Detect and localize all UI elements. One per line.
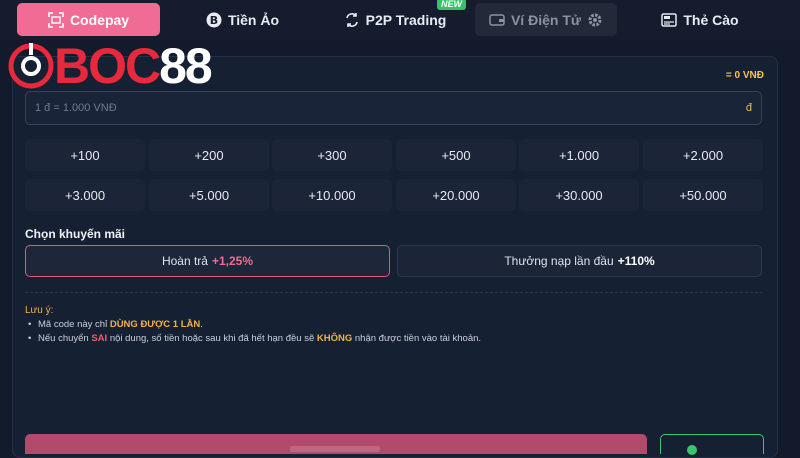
promo-value: +1,25% [211, 254, 254, 268]
scan-icon [48, 11, 64, 28]
tab-bar: Codepay B Tiền Ảo P2P Trading NEW Ví Điệ… [0, 0, 800, 40]
promotion-title: Chọn khuyến mãi [25, 227, 126, 241]
tab-label: Tiền Ảo [227, 11, 280, 28]
quick-amount-button[interactable]: +30.000 [519, 179, 639, 211]
quick-amount-button[interactable]: +100 [25, 139, 145, 171]
svg-text:B: B [210, 14, 218, 27]
quick-amount-button[interactable]: +300 [272, 139, 392, 171]
quick-amount-button[interactable]: +200 [149, 139, 269, 171]
quick-amount-button[interactable]: +20.000 [396, 179, 516, 211]
quick-amount-button[interactable]: +50.000 [643, 179, 763, 211]
new-badge: NEW [437, 0, 466, 10]
gear-icon [588, 13, 602, 26]
note-line: • Mã code này chỉ DÙNG ĐƯỢC 1 LẦN. [28, 319, 203, 330]
promo-label: Thưởng nạp lần đầu [504, 254, 614, 268]
tab-label: P2P Trading [365, 11, 447, 28]
amount-placeholder: 1 đ = 1.000 VNĐ [35, 102, 117, 114]
promo-value: +110% [617, 254, 655, 268]
card-icon [661, 12, 678, 27]
tab-label: Thẻ Cào [683, 11, 739, 28]
tab-vi-dien-tu[interactable]: Ví Điện Tử [475, 3, 617, 36]
tab-the-cao[interactable]: Thẻ Cào [650, 3, 750, 36]
tab-codepay[interactable]: Codepay [17, 3, 160, 36]
status-dot-icon [687, 445, 697, 455]
promo-label: Hoàn trả [161, 254, 208, 268]
currency-symbol: đ [745, 102, 752, 114]
promo-option-first-deposit[interactable]: Thưởng nạp lần đầu +110% [397, 245, 762, 277]
note-line: • Nếu chuyển SAI nội dung, số tiền hoặc s… [28, 333, 482, 344]
tab-label: Ví Điện Tử [510, 11, 582, 28]
balance-text: = 0 VNĐ [725, 70, 764, 81]
quick-amount-button[interactable]: +1.000 [519, 139, 639, 171]
divider [25, 292, 763, 293]
submit-button-label [290, 446, 380, 452]
bitcoin-icon: B [206, 12, 222, 27]
quick-amount-button[interactable]: +500 [396, 139, 516, 171]
logo-mark-icon [8, 43, 54, 89]
tab-tien-ao[interactable]: B Tiền Ảo [190, 3, 295, 36]
quick-amount-button[interactable]: +2.000 [643, 139, 763, 171]
notes-title: Lưu ý: [25, 305, 54, 316]
quick-amount-button[interactable]: +3.000 [25, 179, 145, 211]
quick-amount-button[interactable]: +10.000 [272, 179, 392, 211]
exchange-icon [345, 12, 358, 27]
boc88-logo: BOC88 [8, 38, 213, 94]
promo-option-cashback[interactable]: Hoàn trả +1,25% [25, 245, 390, 277]
quick-amount-button[interactable]: +5.000 [149, 179, 269, 211]
secondary-button[interactable] [660, 434, 764, 455]
wallet-icon [489, 13, 505, 26]
logo-text: BOC88 [54, 38, 213, 94]
amount-input[interactable]: 1 đ = 1.000 VNĐ đ [25, 91, 762, 125]
tab-label: Codepay [69, 11, 130, 28]
